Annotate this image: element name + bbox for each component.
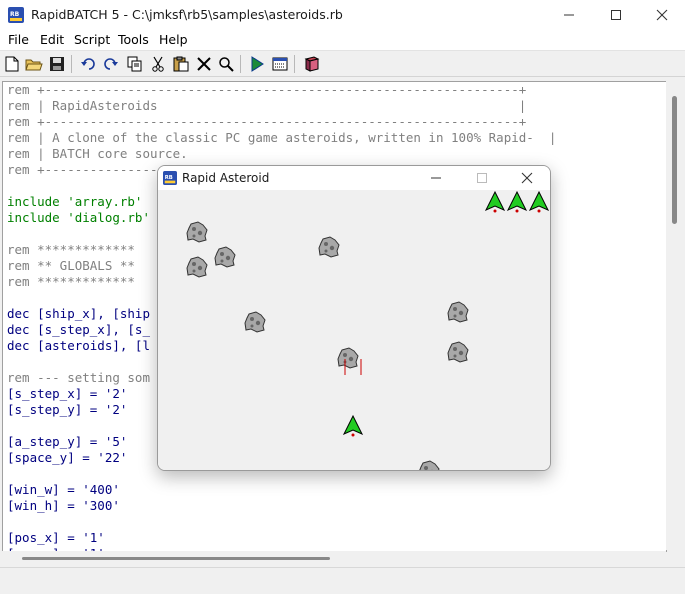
menu-help[interactable]: Help — [159, 32, 188, 47]
vertical-scroll-thumb[interactable] — [672, 96, 677, 224]
asteroid — [186, 256, 208, 278]
ship-shots — [344, 359, 362, 375]
paste-icon — [173, 56, 189, 72]
asteroid — [447, 341, 469, 363]
open-file-button[interactable] — [24, 54, 44, 74]
code-line: [win_h] = '300' — [7, 498, 120, 513]
close-icon — [656, 9, 668, 21]
asteroid — [214, 246, 236, 268]
svg-text:RB: RB — [10, 11, 20, 18]
maximize-icon — [611, 10, 621, 20]
status-bar — [0, 567, 685, 594]
svg-text:RB: RB — [165, 175, 173, 181]
horizontal-scroll-thumb[interactable] — [22, 557, 330, 560]
menu-bar: File Edit Script Tools Help — [0, 30, 685, 51]
debug-button[interactable] — [270, 54, 290, 74]
rapidbatch-app-icon: RB — [163, 171, 177, 185]
find-icon — [219, 57, 234, 72]
game-canvas[interactable] — [158, 190, 550, 470]
game-minimize-button[interactable] — [414, 166, 458, 190]
game-title-bar: RB Rapid Asteroid — [158, 166, 550, 190]
life-ship-icon — [529, 191, 549, 213]
window-title: RapidBATCH 5 - C:\jmksf\rb5\samples\aste… — [31, 7, 343, 22]
game-maximize-button[interactable] — [460, 166, 504, 190]
undo-icon — [81, 58, 95, 70]
code-line: rem +-----------------------------------… — [7, 114, 527, 129]
asteroid — [244, 311, 266, 333]
new-file-button[interactable] — [2, 54, 22, 74]
save-button[interactable] — [47, 54, 67, 74]
code-line: [win_w] = '400' — [7, 482, 120, 497]
minimize-icon — [564, 14, 574, 16]
menu-script[interactable]: Script — [74, 32, 110, 47]
horizontal-scrollbar[interactable] — [2, 551, 666, 565]
run-button[interactable] — [247, 54, 267, 74]
run-icon — [251, 56, 264, 72]
asteroid — [447, 301, 469, 323]
menu-edit[interactable]: Edit — [40, 32, 64, 47]
toolbar-separator — [71, 55, 72, 73]
maximize-icon — [477, 173, 487, 183]
close-button[interactable] — [639, 0, 685, 30]
redo-button[interactable] — [101, 54, 121, 74]
asteroid — [419, 460, 440, 470]
asteroid — [186, 221, 208, 243]
life-ship-icon — [507, 191, 527, 213]
menu-tools[interactable]: Tools — [118, 32, 149, 47]
player-ship — [343, 415, 363, 437]
life-ship-icon — [485, 191, 505, 213]
code-line: rem | RapidAsteroids | — [7, 98, 527, 113]
asteroid — [318, 236, 340, 258]
toolbar — [0, 51, 685, 77]
minimize-icon — [431, 177, 441, 179]
debug-icon — [272, 57, 288, 71]
code-line: rem | A clone of the classic PC game ast… — [7, 130, 557, 145]
help-book-icon — [304, 56, 320, 72]
game-window[interactable]: RB Rapid Asteroid — [157, 165, 551, 471]
vertical-scrollbar[interactable] — [666, 81, 683, 550]
maximize-button[interactable] — [593, 0, 639, 30]
open-folder-icon — [25, 59, 43, 71]
game-close-button[interactable] — [505, 166, 549, 190]
cut-icon — [152, 56, 164, 72]
delete-icon — [197, 57, 211, 71]
copy-button[interactable] — [125, 54, 145, 74]
save-icon — [50, 57, 64, 71]
paste-button[interactable] — [171, 54, 191, 74]
copy-icon — [127, 56, 142, 72]
toolbar-separator — [240, 55, 241, 73]
game-window-title: Rapid Asteroid — [182, 171, 270, 185]
code-line: [pos_x] = '1' — [7, 530, 105, 545]
redo-icon — [104, 58, 118, 70]
menu-file[interactable]: File — [8, 32, 29, 47]
new-file-icon — [5, 56, 19, 72]
cut-button[interactable] — [148, 54, 168, 74]
code-line: rem | BATCH core source. — [7, 146, 188, 161]
toolbar-separator — [294, 55, 295, 73]
delete-button[interactable] — [194, 54, 214, 74]
rapidbatch-app-icon: RB — [8, 7, 24, 23]
minimize-button[interactable] — [546, 0, 592, 30]
find-button[interactable] — [216, 54, 236, 74]
undo-button[interactable] — [78, 54, 98, 74]
code-line: rem +-----------------------------------… — [7, 82, 527, 97]
title-bar: RB RapidBATCH 5 - C:\jmksf\rb5\samples\a… — [0, 0, 685, 30]
close-icon — [521, 172, 533, 184]
help-button[interactable] — [302, 54, 322, 74]
